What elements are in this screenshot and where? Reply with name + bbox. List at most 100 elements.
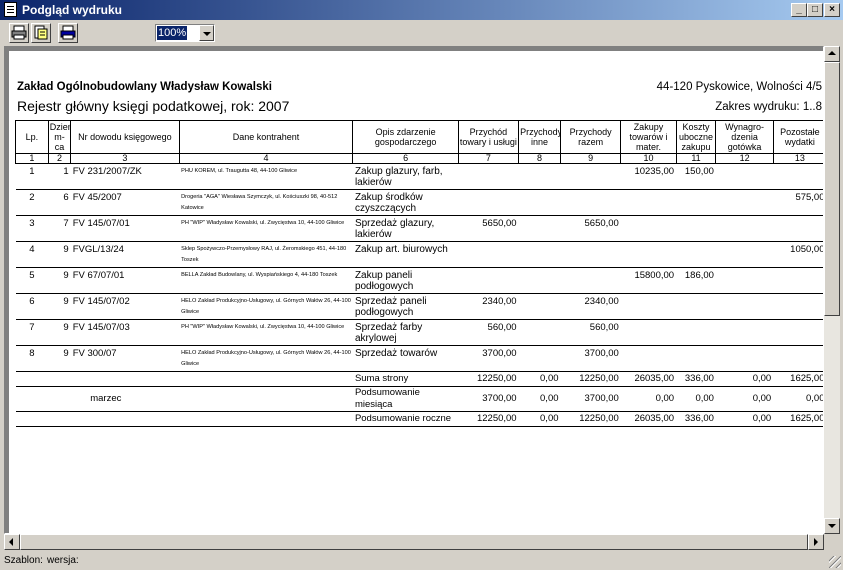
- company-address: 44-120 Pyskowice, Wolności 4/5: [656, 81, 822, 93]
- summary-amount: 0,00: [518, 411, 561, 427]
- vertical-scroll-thumb[interactable]: [824, 62, 840, 316]
- row-amount: [560, 267, 621, 294]
- row-amount: [620, 319, 677, 346]
- row-amount: 15800,00: [620, 267, 677, 294]
- summary-row: marzec Podsumowanie miesiąca 3700,00 0,00 37…: [15, 386, 823, 412]
- row-amount: [715, 267, 774, 294]
- row-day: 6: [48, 189, 71, 216]
- row-number: 8: [15, 345, 49, 372]
- chevron-down-icon[interactable]: [199, 25, 214, 41]
- table-row: 2 6 FV 45/2007 Drogeria "AGA" Wiesława Szym…: [15, 189, 823, 216]
- column-header: Pozostałe wydatki: [772, 120, 823, 154]
- column-header: Dzień m-ca: [47, 120, 72, 154]
- summary-amount: 0,00: [676, 386, 716, 412]
- title-bar: Podgląd wydruku _ □ ×: [0, 0, 843, 20]
- row-amount: [773, 215, 823, 242]
- table-row: 1 1 FV 231/2007/ZK PHU KOREM, ul. Traugutta…: [15, 163, 823, 190]
- row-amount: [518, 293, 561, 320]
- row-contractor: PH "WIP" Władysław Kowalski, ul. Zwycięs…: [179, 319, 353, 346]
- row-document-number: FV 45/2007: [70, 189, 180, 216]
- summary-amount: 1625,00: [773, 371, 823, 387]
- row-amount: [458, 241, 519, 268]
- column-number: 9: [560, 153, 622, 164]
- scroll-up-button[interactable]: [824, 46, 840, 62]
- printer-icon: [11, 25, 27, 40]
- column-header: Koszty uboczne zakupu: [675, 120, 717, 154]
- summary-amount: 12250,00: [560, 411, 621, 427]
- print-setup-button[interactable]: [31, 23, 51, 43]
- summary-amount: 0,00: [518, 371, 561, 387]
- row-number: 2: [15, 189, 49, 216]
- close-button[interactable]: ×: [824, 3, 840, 17]
- toolbar: 100%: [0, 20, 843, 46]
- ledger-table: Lp. Dzień m-ca Nr dowodu księgowego Dane ko…: [15, 120, 823, 427]
- row-amount: 5650,00: [560, 215, 621, 242]
- column-header: Dane kontrahent: [178, 120, 354, 154]
- column-header: Zakupy towarów i mater.: [620, 120, 677, 154]
- row-document-number: FV 145/07/02: [70, 293, 180, 320]
- column-header: Przychód towary i usługi: [457, 120, 520, 154]
- print-button[interactable]: [9, 23, 29, 43]
- row-description: Zakup paneli podłogowych: [352, 267, 459, 294]
- row-amount: [715, 163, 774, 190]
- summary-row: Suma strony 12250,00 0,00 12250,00 26035,00 3…: [15, 371, 823, 387]
- summary-amount: 12250,00: [458, 411, 519, 427]
- row-contractor: PH "WIP" Władysław Kowalski, ul. Zwycięs…: [179, 215, 353, 242]
- document-icon: [4, 2, 17, 17]
- company-name: Zakład Ogólnobudowlany Władysław Kowalsk…: [17, 81, 272, 93]
- row-amount: 3700,00: [560, 345, 621, 372]
- ledger-table-wrapper: Lp. Dzień m-ca Nr dowodu księgowego Dane ko…: [15, 120, 823, 427]
- row-amount: [518, 345, 561, 372]
- row-amount: 5650,00: [458, 215, 519, 242]
- summary-label: Suma strony: [352, 371, 459, 387]
- row-contractor: HELO Zakład Produkcyjno-Usługowy, ul. Gó…: [179, 293, 353, 320]
- summary-amount: 336,00: [676, 411, 716, 427]
- row-amount: [715, 215, 774, 242]
- row-day: 9: [48, 267, 71, 294]
- summary-month: [48, 371, 353, 387]
- row-document-number: FV 145/07/03: [70, 319, 180, 346]
- zoom-select[interactable]: 100%: [155, 24, 215, 42]
- row-day: 9: [48, 345, 71, 372]
- status-template: Szablon:: [4, 555, 43, 566]
- row-amount: [676, 189, 716, 216]
- column-number: 6: [352, 153, 459, 164]
- row-number: 4: [15, 241, 49, 268]
- row-amount: [676, 319, 716, 346]
- row-description: Zakup środków czyszczących: [352, 189, 459, 216]
- row-amount: [773, 267, 823, 294]
- row-description: Sprzedaż farby akrylowej: [352, 319, 459, 346]
- row-amount: [773, 345, 823, 372]
- minimize-button[interactable]: _: [791, 3, 807, 17]
- row-amount: [518, 189, 561, 216]
- vertical-scrollbar[interactable]: [824, 46, 840, 534]
- scroll-left-button[interactable]: [4, 534, 20, 550]
- row-amount: 560,00: [458, 319, 519, 346]
- summary-amount: 0,00: [518, 386, 561, 412]
- summary-spacer: [15, 386, 49, 412]
- horizontal-scroll-thumb[interactable]: [20, 534, 808, 550]
- maximize-button[interactable]: □: [807, 3, 823, 17]
- column-header: Opis zdarzenie gospodarczego: [352, 120, 459, 154]
- horizontal-scrollbar[interactable]: [4, 534, 824, 550]
- scroll-right-button[interactable]: [808, 534, 824, 550]
- row-amount: 1050,00: [773, 241, 823, 268]
- row-amount: [715, 345, 774, 372]
- scroll-down-button[interactable]: [824, 518, 840, 534]
- printer-settings-button[interactable]: [58, 23, 78, 43]
- resize-grip[interactable]: [829, 556, 841, 568]
- row-description: Sprzedaż glazury, lakierów: [352, 215, 459, 242]
- row-description: Sprzedaż paneli podłogowych: [352, 293, 459, 320]
- row-number: 6: [15, 293, 49, 320]
- row-amount: 560,00: [560, 319, 621, 346]
- row-day: 9: [48, 293, 71, 320]
- row-amount: [560, 189, 621, 216]
- summary-amount: 1625,00: [773, 411, 823, 427]
- summary-amount: 12250,00: [458, 371, 519, 387]
- row-contractor: BELLA Zakład Budowlany, ul. Wyspiańskieg…: [179, 267, 353, 294]
- summary-month: marzec: [48, 386, 353, 412]
- summary-label: Podsumowanie miesiąca: [352, 386, 459, 412]
- row-amount: 2340,00: [560, 293, 621, 320]
- column-number: 11: [675, 153, 717, 164]
- summary-label: Podsumowanie roczne: [352, 411, 459, 427]
